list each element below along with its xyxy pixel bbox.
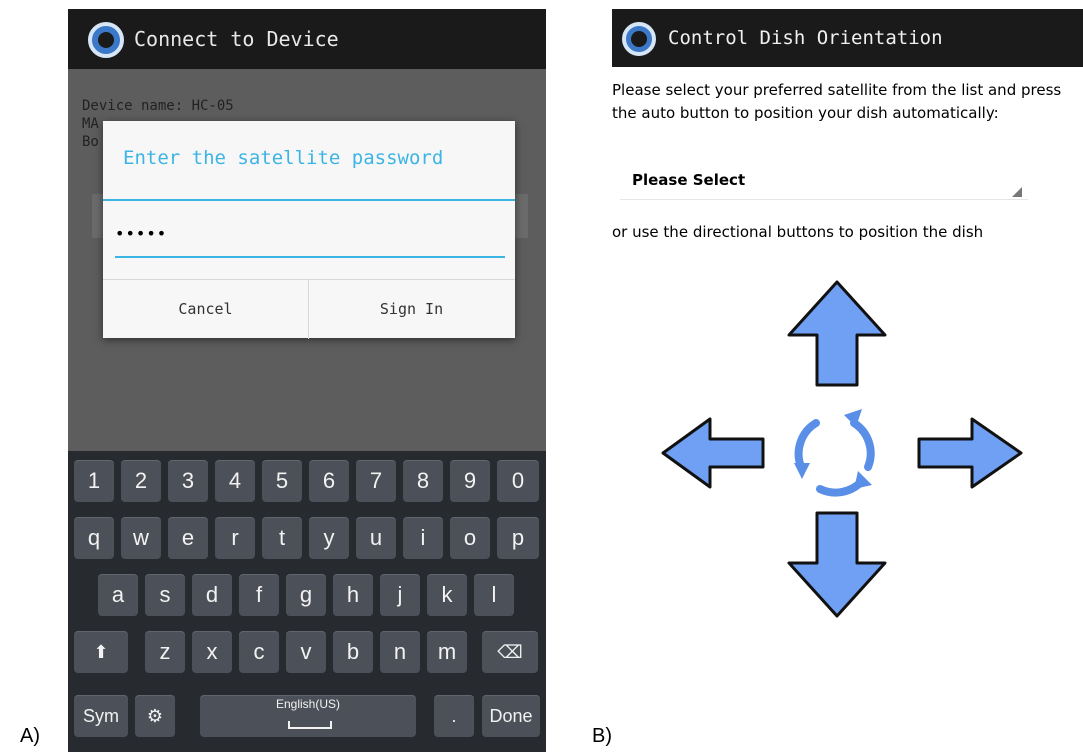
key[interactable]: 0 (497, 460, 539, 502)
dropdown-triangle-icon (1012, 187, 1022, 197)
key[interactable]: n (380, 631, 420, 673)
password-value: ••••• (115, 224, 168, 243)
cancel-button[interactable]: Cancel (103, 280, 309, 339)
control-dish-screen: Control Dish Orientation Please select y… (612, 9, 1083, 752)
key[interactable]: z (145, 631, 185, 673)
settings-key[interactable]: ⚙ (135, 695, 175, 737)
key[interactable]: 8 (403, 460, 443, 502)
key[interactable]: f (239, 574, 279, 616)
down-arrow-icon (787, 511, 887, 618)
done-key[interactable]: Done (482, 695, 540, 737)
key[interactable]: 7 (356, 460, 396, 502)
key[interactable]: b (333, 631, 373, 673)
password-input[interactable]: ••••• (115, 224, 505, 258)
key[interactable]: 1 (74, 460, 114, 502)
shift-key[interactable]: ⬆ (74, 631, 128, 673)
panel-label-b: B) (592, 725, 612, 747)
dialog-divider (103, 199, 515, 201)
key[interactable]: u (356, 517, 396, 559)
left-arrow-icon (661, 417, 765, 489)
up-arrow-button[interactable] (782, 279, 892, 389)
screen-title: Connect to Device (134, 27, 339, 51)
key[interactable]: h (333, 574, 373, 616)
backspace-key[interactable]: ⌫ (482, 631, 538, 673)
instructions-text: Please select your preferred satellite f… (612, 81, 1062, 122)
key[interactable]: x (192, 631, 232, 673)
key[interactable]: v (286, 631, 326, 673)
key[interactable]: i (403, 517, 443, 559)
title-bar: Control Dish Orientation (612, 9, 1083, 67)
key[interactable]: k (427, 574, 467, 616)
key[interactable]: p (497, 517, 539, 559)
key[interactable]: l (474, 574, 514, 616)
key[interactable]: o (450, 517, 490, 559)
auto-position-button[interactable] (780, 399, 890, 509)
key[interactable]: s (145, 574, 185, 616)
right-arrow-icon (917, 417, 1023, 489)
dialog-title: Enter the satellite password (123, 147, 444, 169)
key[interactable]: d (192, 574, 232, 616)
key[interactable]: y (309, 517, 349, 559)
satellite-select[interactable]: Please Select (620, 169, 1028, 200)
direction-pad (652, 279, 1032, 639)
sign-in-button[interactable]: Sign In (309, 280, 514, 339)
directional-instructions: or use the directional buttons to positi… (612, 223, 984, 241)
key[interactable]: q (74, 517, 114, 559)
device-info-line: Device name: HC-05 (82, 98, 234, 114)
key[interactable]: 5 (262, 460, 302, 502)
key[interactable]: 6 (309, 460, 349, 502)
dialog-buttons: Cancel Sign In (103, 279, 515, 339)
left-arrow-button[interactable] (660, 415, 766, 491)
space-key-label: English(US) (275, 697, 341, 711)
period-key[interactable]: . (434, 695, 474, 737)
key[interactable]: r (215, 517, 255, 559)
key[interactable]: c (239, 631, 279, 673)
rotate-icon (794, 409, 875, 497)
title-bar: Connect to Device (68, 9, 546, 69)
satellite-select-value: Please Select (632, 171, 746, 189)
space-bar-icon (288, 721, 332, 729)
soft-keyboard: 1 2 3 4 5 6 7 8 9 0 q w e r t y u i o p … (68, 451, 546, 752)
screen-title: Control Dish Orientation (668, 27, 943, 49)
up-arrow-icon (787, 280, 887, 387)
key[interactable]: w (121, 517, 161, 559)
password-dialog: Enter the satellite password ••••• Cance… (103, 121, 515, 339)
key[interactable]: 9 (450, 460, 490, 502)
down-arrow-button[interactable] (782, 509, 892, 619)
key[interactable]: e (168, 517, 208, 559)
key[interactable]: g (286, 574, 326, 616)
key[interactable]: 4 (215, 460, 255, 502)
key[interactable]: j (380, 574, 420, 616)
key[interactable]: 3 (168, 460, 208, 502)
key[interactable]: a (98, 574, 138, 616)
app-logo-icon (622, 22, 656, 56)
right-arrow-button[interactable] (916, 415, 1024, 491)
key[interactable]: t (262, 517, 302, 559)
sym-key[interactable]: Sym (74, 695, 128, 737)
key[interactable]: 2 (121, 460, 161, 502)
app-logo-icon (88, 22, 124, 58)
panel-label-a: A) (20, 725, 40, 747)
space-key[interactable]: English(US) (200, 695, 416, 737)
connect-device-screen: Connect to Device Device name: HC-05 MA … (68, 9, 546, 752)
key[interactable]: m (427, 631, 467, 673)
